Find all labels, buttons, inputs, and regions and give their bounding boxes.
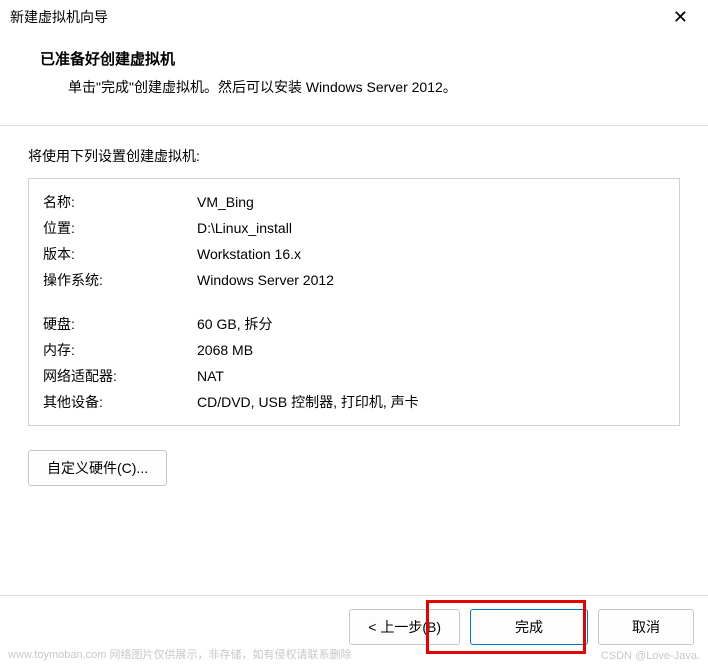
spec-value: 60 GB, 拆分 <box>197 311 665 337</box>
spec-row-network: 网络适配器: NAT <box>43 363 665 389</box>
finish-button[interactable]: 完成 <box>470 609 588 645</box>
back-button[interactable]: < 上一步(B) <box>349 609 460 645</box>
spec-value: 2068 MB <box>197 337 665 363</box>
wizard-header: 已准备好创建虚拟机 单击"完成"创建虚拟机。然后可以安装 Windows Ser… <box>0 34 708 107</box>
spec-row-location: 位置: D:\Linux_install <box>43 215 665 241</box>
spec-row-os: 操作系统: Windows Server 2012 <box>43 267 665 293</box>
spec-row-memory: 内存: 2068 MB <box>43 337 665 363</box>
spec-value: CD/DVD, USB 控制器, 打印机, 声卡 <box>197 389 665 415</box>
intro-text: 将使用下列设置创建虚拟机: <box>28 146 680 166</box>
content-area: 将使用下列设置创建虚拟机: 名称: VM_Bing 位置: D:\Linux_i… <box>0 126 708 496</box>
spec-value: VM_Bing <box>197 189 665 215</box>
watermark-right: CSDN @Love-Java. <box>601 650 700 662</box>
wizard-button-bar: < 上一步(B) 完成 取消 <box>349 595 694 645</box>
spec-label: 网络适配器: <box>43 363 197 389</box>
spec-value: Windows Server 2012 <box>197 267 665 293</box>
spec-label: 操作系统: <box>43 267 197 293</box>
spec-value: Workstation 16.x <box>197 241 665 267</box>
spec-value: NAT <box>197 363 665 389</box>
header-title: 已准备好创建虚拟机 <box>40 48 680 69</box>
window-title: 新建虚拟机向导 <box>10 7 108 27</box>
spec-label: 位置: <box>43 215 197 241</box>
customize-hardware-button[interactable]: 自定义硬件(C)... <box>28 450 167 486</box>
spec-row-name: 名称: VM_Bing <box>43 189 665 215</box>
spec-row-disk: 硬盘: 60 GB, 拆分 <box>43 311 665 337</box>
watermark-left: www.toymoban.com 网络图片仅供展示，非存储，如有侵权请联系删除 <box>8 646 351 662</box>
spec-row-other: 其他设备: CD/DVD, USB 控制器, 打印机, 声卡 <box>43 389 665 415</box>
spec-label: 其他设备: <box>43 389 197 415</box>
titlebar: 新建虚拟机向导 ✕ <box>0 0 708 34</box>
close-icon[interactable]: ✕ <box>665 8 696 26</box>
header-subtitle: 单击"完成"创建虚拟机。然后可以安装 Windows Server 2012。 <box>40 77 680 97</box>
spec-row-version: 版本: Workstation 16.x <box>43 241 665 267</box>
spec-label: 硬盘: <box>43 311 197 337</box>
spec-label: 内存: <box>43 337 197 363</box>
spec-listbox[interactable]: 名称: VM_Bing 位置: D:\Linux_install 版本: Wor… <box>28 178 680 426</box>
spec-label: 名称: <box>43 189 197 215</box>
spec-value: D:\Linux_install <box>197 215 665 241</box>
spec-label: 版本: <box>43 241 197 267</box>
cancel-button[interactable]: 取消 <box>598 609 694 645</box>
